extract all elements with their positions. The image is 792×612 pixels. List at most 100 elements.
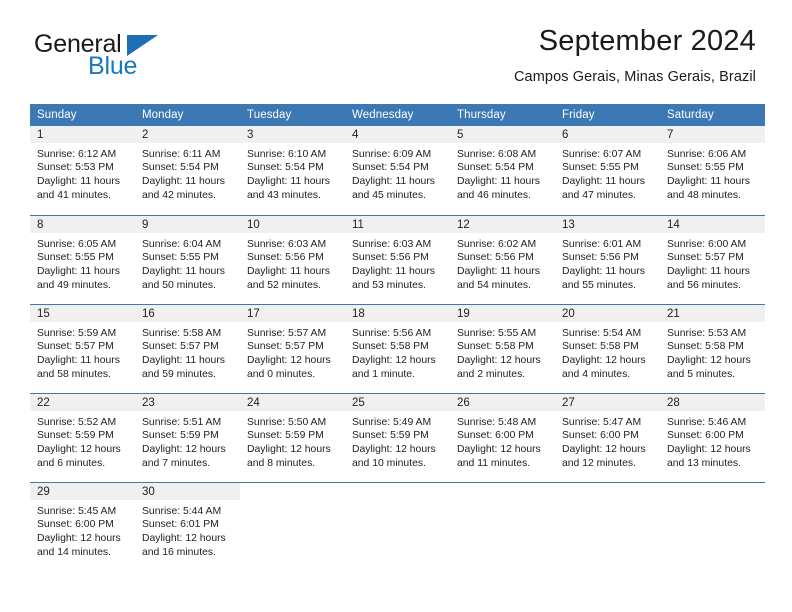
day-detail-daylight-line1: Daylight: 11 hours — [562, 266, 645, 278]
day-detail-sunrise: Sunrise: 6:01 AM — [562, 238, 642, 250]
calendar-day: 20 Sunrise: 5:54 AM Sunset: 5:58 PM Dayligh… — [555, 303, 660, 393]
day-detail-daylight-line1: Daylight: 12 hours — [562, 444, 646, 456]
calendar-day-cell[interactable]: 20 Sunrise: 5:54 AM Sunset: 5:58 PM Dayligh… — [555, 303, 660, 393]
calendar-day-cell[interactable] — [660, 481, 765, 571]
calendar-day-cell[interactable]: 5 Sunrise: 6:08 AM Sunset: 5:54 PM Daylight… — [450, 125, 555, 215]
calendar-day: 2 Sunrise: 6:11 AM Sunset: 5:54 PM Daylight… — [135, 125, 240, 215]
calendar-day-cell[interactable]: 16 Sunrise: 5:58 AM Sunset: 5:57 PM Dayligh… — [135, 303, 240, 393]
calendar-day: 21 Sunrise: 5:53 AM Sunset: 5:58 PM Dayligh… — [660, 303, 765, 393]
calendar-day-cell[interactable]: 6 Sunrise: 6:07 AM Sunset: 5:55 PM Daylight… — [555, 125, 660, 215]
day-detail-daylight-line1: Daylight: 11 hours — [37, 355, 120, 367]
day-detail-sunset: Sunset: 5:54 PM — [247, 162, 324, 174]
day-detail-sunset: Sunset: 5:58 PM — [562, 341, 639, 353]
calendar-day-cell[interactable]: 3 Sunrise: 6:10 AM Sunset: 5:54 PM Daylight… — [240, 125, 345, 215]
day-detail-sunset: Sunset: 6:00 PM — [562, 430, 639, 442]
calendar-day-cell[interactable]: 30 Sunrise: 5:44 AM Sunset: 6:01 PM Dayligh… — [135, 481, 240, 571]
day-detail-daylight-line1: Daylight: 11 hours — [457, 266, 540, 278]
day-details: Sunrise: 6:06 AM Sunset: 5:55 PM Daylight:… — [660, 143, 765, 202]
calendar-day-cell[interactable]: 29 Sunrise: 5:45 AM Sunset: 6:00 PM Dayligh… — [30, 481, 135, 571]
day-detail-sunrise: Sunrise: 6:02 AM — [457, 238, 537, 250]
day-detail-daylight-line1: Daylight: 11 hours — [352, 176, 435, 188]
day-detail-sunset: Sunset: 5:59 PM — [352, 430, 429, 442]
calendar-day-cell[interactable]: 10 Sunrise: 6:03 AM Sunset: 5:56 PM Dayligh… — [240, 214, 345, 304]
calendar-day: 26 Sunrise: 5:48 AM Sunset: 6:00 PM Dayligh… — [450, 392, 555, 482]
calendar-day-cell[interactable]: 4 Sunrise: 6:09 AM Sunset: 5:54 PM Daylight… — [345, 125, 450, 215]
day-detail-daylight-line1: Daylight: 12 hours — [142, 533, 226, 545]
day-number: 27 — [555, 393, 660, 411]
day-details: Sunrise: 6:03 AM Sunset: 5:56 PM Daylight:… — [240, 233, 345, 292]
calendar-day-cell[interactable] — [345, 481, 450, 571]
day-number: 11 — [345, 215, 450, 233]
day-number — [660, 483, 765, 500]
calendar-day-cell[interactable]: 22 Sunrise: 5:52 AM Sunset: 5:59 PM Dayligh… — [30, 392, 135, 482]
day-details: Sunrise: 5:59 AM Sunset: 5:57 PM Daylight:… — [30, 322, 135, 381]
calendar-day: 24 Sunrise: 5:50 AM Sunset: 5:59 PM Dayligh… — [240, 392, 345, 482]
day-detail-sunrise: Sunrise: 6:10 AM — [247, 148, 327, 160]
day-detail-daylight-line2: and 13 minutes. — [667, 457, 741, 469]
calendar-day-cell[interactable]: 24 Sunrise: 5:50 AM Sunset: 5:59 PM Dayligh… — [240, 392, 345, 482]
day-detail-sunset: Sunset: 6:00 PM — [457, 430, 534, 442]
day-details: Sunrise: 5:48 AM Sunset: 6:00 PM Daylight:… — [450, 411, 555, 470]
day-number: 22 — [30, 393, 135, 411]
calendar-day-cell[interactable]: 11 Sunrise: 6:03 AM Sunset: 5:56 PM Dayligh… — [345, 214, 450, 304]
calendar-day-empty — [555, 481, 660, 571]
day-detail-sunset: Sunset: 5:59 PM — [142, 430, 219, 442]
calendar-day-cell[interactable]: 27 Sunrise: 5:47 AM Sunset: 6:00 PM Dayligh… — [555, 392, 660, 482]
day-details: Sunrise: 5:54 AM Sunset: 5:58 PM Daylight:… — [555, 322, 660, 381]
calendar-day-cell[interactable] — [450, 481, 555, 571]
calendar-day: 1 Sunrise: 6:12 AM Sunset: 5:53 PM Daylight… — [30, 125, 135, 215]
calendar-day-cell[interactable] — [240, 481, 345, 571]
calendar-day-cell[interactable]: 1 Sunrise: 6:12 AM Sunset: 5:53 PM Daylight… — [30, 125, 135, 215]
day-detail-daylight-line1: Daylight: 12 hours — [37, 533, 121, 545]
calendar-body: 1 Sunrise: 6:12 AM Sunset: 5:53 PM Daylight… — [30, 125, 765, 571]
day-detail-sunrise: Sunrise: 6:09 AM — [352, 148, 432, 160]
day-number: 3 — [240, 125, 345, 143]
day-number — [345, 483, 450, 500]
calendar-day-cell[interactable]: 2 Sunrise: 6:11 AM Sunset: 5:54 PM Daylight… — [135, 125, 240, 215]
calendar-day: 5 Sunrise: 6:08 AM Sunset: 5:54 PM Daylight… — [450, 125, 555, 215]
calendar-day-cell[interactable]: 21 Sunrise: 5:53 AM Sunset: 5:58 PM Dayligh… — [660, 303, 765, 393]
day-details: Sunrise: 5:56 AM Sunset: 5:58 PM Daylight:… — [345, 322, 450, 381]
calendar-day: 23 Sunrise: 5:51 AM Sunset: 5:59 PM Dayligh… — [135, 392, 240, 482]
day-details: Sunrise: 6:07 AM Sunset: 5:55 PM Daylight:… — [555, 143, 660, 202]
calendar-day: 25 Sunrise: 5:49 AM Sunset: 5:59 PM Dayligh… — [345, 392, 450, 482]
title-block: September 2024 Campos Gerais, Minas Gera… — [514, 25, 756, 85]
day-detail-daylight-line2: and 16 minutes. — [142, 546, 216, 558]
calendar-day-empty — [660, 481, 765, 571]
day-detail-sunrise: Sunrise: 5:45 AM — [37, 505, 117, 517]
calendar-day-cell[interactable]: 14 Sunrise: 6:00 AM Sunset: 5:57 PM Dayligh… — [660, 214, 765, 304]
calendar-day-cell[interactable]: 25 Sunrise: 5:49 AM Sunset: 5:59 PM Dayligh… — [345, 392, 450, 482]
day-detail-daylight-line1: Daylight: 11 hours — [142, 266, 225, 278]
calendar-day-cell[interactable]: 23 Sunrise: 5:51 AM Sunset: 5:59 PM Dayligh… — [135, 392, 240, 482]
day-details: Sunrise: 6:02 AM Sunset: 5:56 PM Daylight:… — [450, 233, 555, 292]
day-number: 7 — [660, 125, 765, 143]
day-detail-daylight-line1: Daylight: 12 hours — [667, 355, 751, 367]
calendar-day-cell[interactable]: 26 Sunrise: 5:48 AM Sunset: 6:00 PM Dayligh… — [450, 392, 555, 482]
calendar-day-cell[interactable]: 13 Sunrise: 6:01 AM Sunset: 5:56 PM Dayligh… — [555, 214, 660, 304]
weekday-header-tuesday: Tuesday — [240, 103, 345, 126]
calendar-day-cell[interactable] — [555, 481, 660, 571]
calendar-day-cell[interactable]: 9 Sunrise: 6:04 AM Sunset: 5:55 PM Daylight… — [135, 214, 240, 304]
calendar-day: 27 Sunrise: 5:47 AM Sunset: 6:00 PM Dayligh… — [555, 392, 660, 482]
calendar-day-cell[interactable]: 8 Sunrise: 6:05 AM Sunset: 5:55 PM Daylight… — [30, 214, 135, 304]
day-number: 2 — [135, 125, 240, 143]
calendar-day-cell[interactable]: 12 Sunrise: 6:02 AM Sunset: 5:56 PM Dayligh… — [450, 214, 555, 304]
day-detail-sunrise: Sunrise: 5:59 AM — [37, 327, 117, 339]
day-number: 14 — [660, 215, 765, 233]
day-detail-sunrise: Sunrise: 5:57 AM — [247, 327, 327, 339]
calendar-day-cell[interactable]: 18 Sunrise: 5:56 AM Sunset: 5:58 PM Dayligh… — [345, 303, 450, 393]
calendar-day: 30 Sunrise: 5:44 AM Sunset: 6:01 PM Dayligh… — [135, 481, 240, 571]
calendar-day-cell[interactable]: 17 Sunrise: 5:57 AM Sunset: 5:57 PM Dayligh… — [240, 303, 345, 393]
calendar-day-cell[interactable]: 7 Sunrise: 6:06 AM Sunset: 5:55 PM Daylight… — [660, 125, 765, 215]
day-detail-sunrise: Sunrise: 6:05 AM — [37, 238, 117, 250]
calendar-day-cell[interactable]: 15 Sunrise: 5:59 AM Sunset: 5:57 PM Dayligh… — [30, 303, 135, 393]
calendar-day-cell[interactable]: 28 Sunrise: 5:46 AM Sunset: 6:00 PM Dayligh… — [660, 392, 765, 482]
day-detail-sunrise: Sunrise: 6:04 AM — [142, 238, 222, 250]
day-detail-daylight-line1: Daylight: 11 hours — [142, 355, 225, 367]
day-details: Sunrise: 5:58 AM Sunset: 5:57 PM Daylight:… — [135, 322, 240, 381]
day-detail-daylight-line2: and 59 minutes. — [142, 368, 216, 380]
day-detail-daylight-line1: Daylight: 11 hours — [562, 176, 645, 188]
calendar-day: 6 Sunrise: 6:07 AM Sunset: 5:55 PM Daylight… — [555, 125, 660, 215]
calendar-day: 11 Sunrise: 6:03 AM Sunset: 5:56 PM Dayligh… — [345, 214, 450, 304]
calendar-day-cell[interactable]: 19 Sunrise: 5:55 AM Sunset: 5:58 PM Dayligh… — [450, 303, 555, 393]
